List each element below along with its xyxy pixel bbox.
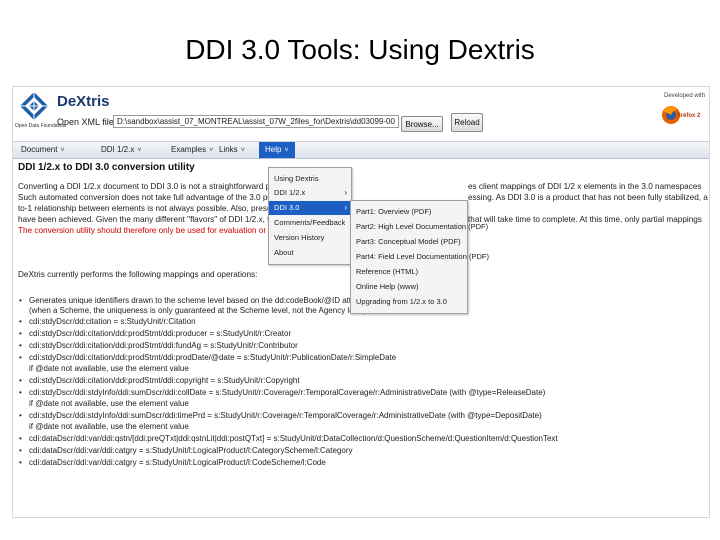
slide-title: DDI 3.0 Tools: Using Dextris [185,34,535,65]
app-header: Open Data Foundation DeXtris Open XML fi… [13,87,709,139]
list-item-note: if @date not available, use the element … [29,399,189,408]
list-item-note: if @date not available, use the element … [29,422,189,431]
ddi3-item-part3[interactable]: Part3: Conceptual Model (PDF) [351,235,467,249]
firefox-label: firefox 2 [677,113,701,119]
help-item-version-history[interactable]: Version History [269,231,351,245]
ddi3-submenu: Part1: Overview (PDF) Part2: High Level … [350,200,489,314]
file-path-input[interactable] [113,115,399,128]
help-item-ddi-3-0[interactable]: DDI 3.0 › [269,201,351,215]
open-file-label: Open XML file: [57,117,117,127]
intro-paragraph-right: es client mappings of DDI 1/2 x elements… [468,182,702,191]
intro-paragraph-line: have been achieved. Given the many diffe… [18,215,287,224]
help-item-using-dextris[interactable]: Using Dextris [269,172,351,186]
menu-document[interactable]: Document ˅ [21,145,65,154]
chevron-down-icon: ˅ [284,147,289,154]
intro-paragraph-right: essing. As DDI 3.0 is a product that has… [468,193,710,202]
ddi3-item-reference[interactable]: Reference (HTML) [351,265,467,279]
menu-bar: Document ˅ DDI 1/2.x ˅ Examples ˅ Links ˅ He… [13,141,709,159]
help-dropdown: Using Dextris DDI 1/2.x › DDI 3.0 › Commen… [268,167,352,265]
menu-examples[interactable]: Examples ˅ [171,145,213,154]
list-item-note: if @date not available, use the element … [29,364,189,373]
help-item-about[interactable]: About [269,246,351,260]
chevron-down-icon: ˅ [137,147,142,154]
menu-ddi-1-2x[interactable]: DDI 1/2.x ˅ [101,145,141,154]
help-item-comments-feedback[interactable]: Comments/Feedback [269,216,351,230]
developed-with-label: Developed with [664,93,706,99]
ddi3-item-part1[interactable]: Part1: Overview (PDF) [351,205,467,219]
ddi3-item-part2[interactable]: Part2: High Level Documentation (PDF) [351,220,488,234]
chevron-right-icon: › [344,203,347,212]
dextris-logo-icon [20,92,48,120]
mappings-intro: DeXtris currently performs the following… [18,270,258,279]
intro-paragraph-right: that will take time to complete. At this… [468,215,702,224]
reload-button[interactable]: Reload [451,113,483,132]
section-title: DDI 1/2.x to DDI 3.0 conversion utility [18,162,195,173]
menu-help[interactable]: Help ˅ [259,142,295,158]
chevron-right-icon: › [344,188,347,197]
app-name: DeXtris [57,93,110,110]
ddi3-item-upgrading[interactable]: Upgrading from 1/2.x to 3.0 [351,295,467,309]
chevron-down-icon: ˅ [60,147,65,154]
browse-button[interactable]: Browse... [401,116,443,132]
chevron-down-icon: ˅ [240,147,245,154]
help-item-ddi-1-2x[interactable]: DDI 1/2.x › [269,186,351,200]
intro-paragraph-line: Converting a DDI 1/2.x document to DDI 3… [18,182,295,191]
menu-links[interactable]: Links ˅ [219,145,245,154]
intro-paragraph-line: Such automated conversion does not take … [18,193,282,202]
dextris-screenshot: Open Data Foundation DeXtris Open XML fi… [12,86,710,518]
logo-subtitle: Open Data Foundation [15,123,66,129]
chevron-down-icon: ˅ [209,147,214,154]
ddi3-item-part4[interactable]: Part4: Field Level Documentation (PDF) [351,250,489,264]
intro-paragraph-line: to-1 relationship between elements is no… [18,204,290,213]
list-item-note: (when a Scheme, the uniqueness is only g… [29,306,367,315]
ddi3-item-online-help[interactable]: Online Help (www) [351,280,467,294]
warning-line: The conversion utility should therefore … [18,226,288,235]
